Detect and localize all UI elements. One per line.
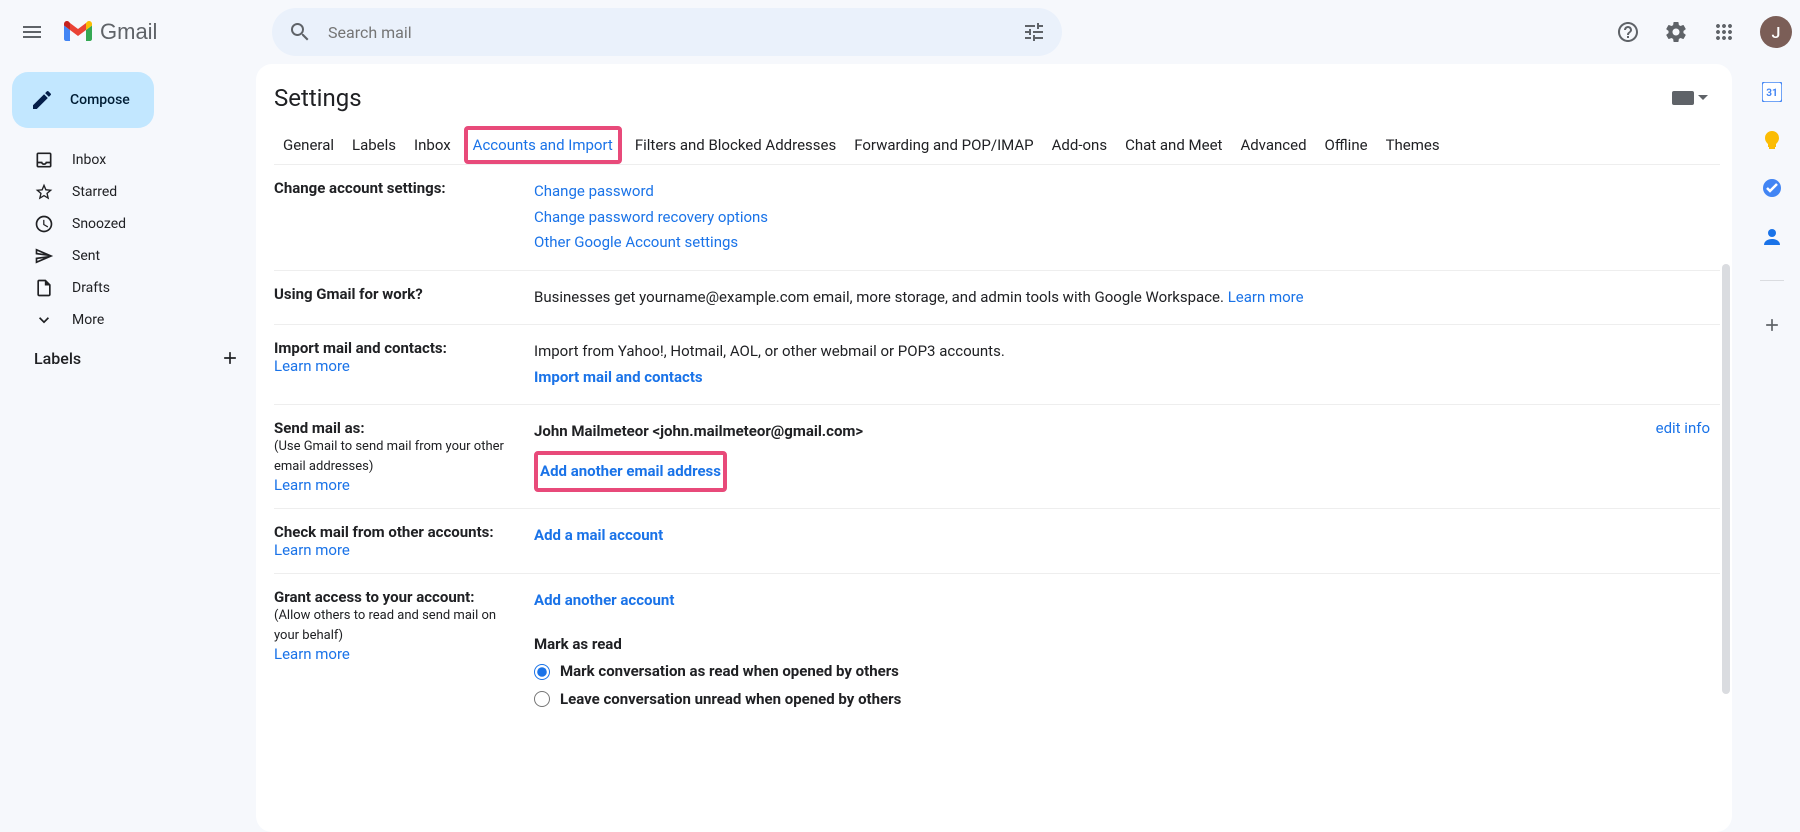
account-avatar[interactable]: J <box>1760 16 1792 48</box>
checkmail-learn-more-link[interactable]: Learn more <box>274 541 350 559</box>
hamburger-icon <box>20 20 44 44</box>
main-menu-button[interactable] <box>8 8 56 56</box>
leave-unread-radio[interactable] <box>534 691 550 707</box>
tab-chat-meet[interactable]: Chat and Meet <box>1116 126 1231 164</box>
mark-as-read-heading: Mark as read <box>534 632 1710 658</box>
inbox-icon <box>34 150 54 170</box>
file-icon <box>34 278 54 298</box>
keep-icon <box>1762 130 1782 150</box>
import-text: Import from Yahoo!, Hotmail, AOL, or oth… <box>534 339 1710 365</box>
sidebar-item-more[interactable]: More <box>8 304 256 336</box>
grant-heading: Grant access to your account: <box>274 588 524 606</box>
add-mail-account-link[interactable]: Add a mail account <box>534 526 663 544</box>
calendar-app-button[interactable]: 31 <box>1760 80 1784 104</box>
apps-icon <box>1712 20 1736 44</box>
plus-icon <box>220 348 240 368</box>
compose-label: Compose <box>70 92 130 108</box>
import-action-link[interactable]: Import mail and contacts <box>534 368 703 386</box>
tab-forwarding[interactable]: Forwarding and POP/IMAP <box>845 126 1042 164</box>
compose-button[interactable]: Compose <box>12 72 154 128</box>
tab-accounts-import[interactable]: Accounts and Import <box>464 126 622 164</box>
search-input[interactable] <box>320 23 1014 42</box>
import-heading: Import mail and contacts: <box>274 339 524 357</box>
pencil-icon <box>30 88 54 112</box>
tab-advanced[interactable]: Advanced <box>1231 126 1315 164</box>
tab-themes[interactable]: Themes <box>1377 126 1449 164</box>
sidebar: Compose Inbox Starred Snoozed Sent Draft… <box>0 64 256 832</box>
side-divider <box>1760 280 1784 281</box>
contacts-app-button[interactable] <box>1760 224 1784 248</box>
tab-general[interactable]: General <box>274 126 343 164</box>
calendar-icon: 31 <box>1762 82 1782 102</box>
svg-text:31: 31 <box>1766 88 1777 99</box>
get-addons-button[interactable] <box>1760 313 1784 337</box>
labels-heading: Labels <box>34 349 81 368</box>
search-icon <box>288 20 312 44</box>
add-another-account-link[interactable]: Add another account <box>534 591 674 609</box>
keyboard-icon <box>1672 91 1694 105</box>
change-recovery-link[interactable]: Change password recovery options <box>534 208 768 226</box>
tab-labels[interactable]: Labels <box>343 126 405 164</box>
send-icon <box>34 246 54 266</box>
keep-app-button[interactable] <box>1760 128 1784 152</box>
change-account-heading: Change account settings: <box>274 179 524 197</box>
gmail-brand-text: Gmail <box>100 19 157 45</box>
search-bar <box>272 8 1062 56</box>
gear-icon <box>1664 20 1688 44</box>
import-learn-more-link[interactable]: Learn more <box>274 357 350 375</box>
plus-icon <box>1762 315 1782 335</box>
work-learn-more-link[interactable]: Learn more <box>1228 288 1304 306</box>
help-icon <box>1616 20 1640 44</box>
add-label-button[interactable] <box>220 348 240 368</box>
leave-unread-option[interactable]: Leave conversation unread when opened by… <box>534 687 1710 713</box>
change-password-link[interactable]: Change password <box>534 182 654 200</box>
contacts-icon <box>1762 226 1782 246</box>
add-email-address-link[interactable]: Add another email address <box>534 451 727 493</box>
tune-icon <box>1022 20 1046 44</box>
sidebar-item-snoozed[interactable]: Snoozed <box>8 208 256 240</box>
clock-icon <box>34 214 54 234</box>
sendas-sub: (Use Gmail to send mail from your other … <box>274 437 524 476</box>
search-options-button[interactable] <box>1014 12 1054 52</box>
mark-read-option[interactable]: Mark conversation as read when opened by… <box>534 659 1710 685</box>
work-heading: Using Gmail for work? <box>274 285 524 303</box>
support-button[interactable] <box>1608 12 1648 52</box>
grant-sub: (Allow others to read and send mail on y… <box>274 606 524 645</box>
side-panel: 31 <box>1744 64 1800 832</box>
other-settings-link[interactable]: Other Google Account settings <box>534 233 738 251</box>
gmail-icon <box>64 21 92 43</box>
main-content: Settings General Labels Inbox Accounts a… <box>256 64 1732 832</box>
settings-button[interactable] <box>1656 12 1696 52</box>
sidebar-item-drafts[interactable]: Drafts <box>8 272 256 304</box>
work-text: Businesses get yourname@example.com emai… <box>534 288 1228 306</box>
tasks-icon <box>1762 178 1782 198</box>
checkmail-heading: Check mail from other accounts: <box>274 523 524 541</box>
sidebar-item-sent[interactable]: Sent <box>8 240 256 272</box>
tab-addons[interactable]: Add-ons <box>1043 126 1116 164</box>
scrollbar[interactable] <box>1722 264 1730 694</box>
input-tools-button[interactable] <box>1672 91 1708 105</box>
dropdown-icon <box>1698 93 1708 103</box>
sendas-heading: Send mail as: <box>274 419 524 437</box>
star-icon <box>34 182 54 202</box>
page-title: Settings <box>274 84 362 112</box>
chevron-down-icon <box>34 310 54 330</box>
mark-read-radio[interactable] <box>534 664 550 680</box>
sidebar-item-starred[interactable]: Starred <box>8 176 256 208</box>
sidebar-item-inbox[interactable]: Inbox <box>8 144 256 176</box>
grant-learn-more-link[interactable]: Learn more <box>274 645 350 663</box>
sendas-learn-more-link[interactable]: Learn more <box>274 476 350 494</box>
edit-info-link[interactable]: edit info <box>1656 419 1710 437</box>
tab-filters[interactable]: Filters and Blocked Addresses <box>626 126 845 164</box>
tab-offline[interactable]: Offline <box>1316 126 1377 164</box>
apps-button[interactable] <box>1704 12 1744 52</box>
settings-tabs: General Labels Inbox Accounts and Import… <box>274 120 1720 165</box>
gmail-logo[interactable]: Gmail <box>64 19 264 45</box>
sendas-identity: John Mailmeteor <john.mailmeteor@gmail.c… <box>534 419 1590 445</box>
tasks-app-button[interactable] <box>1760 176 1784 200</box>
tab-inbox[interactable]: Inbox <box>405 126 460 164</box>
search-button[interactable] <box>280 12 320 52</box>
